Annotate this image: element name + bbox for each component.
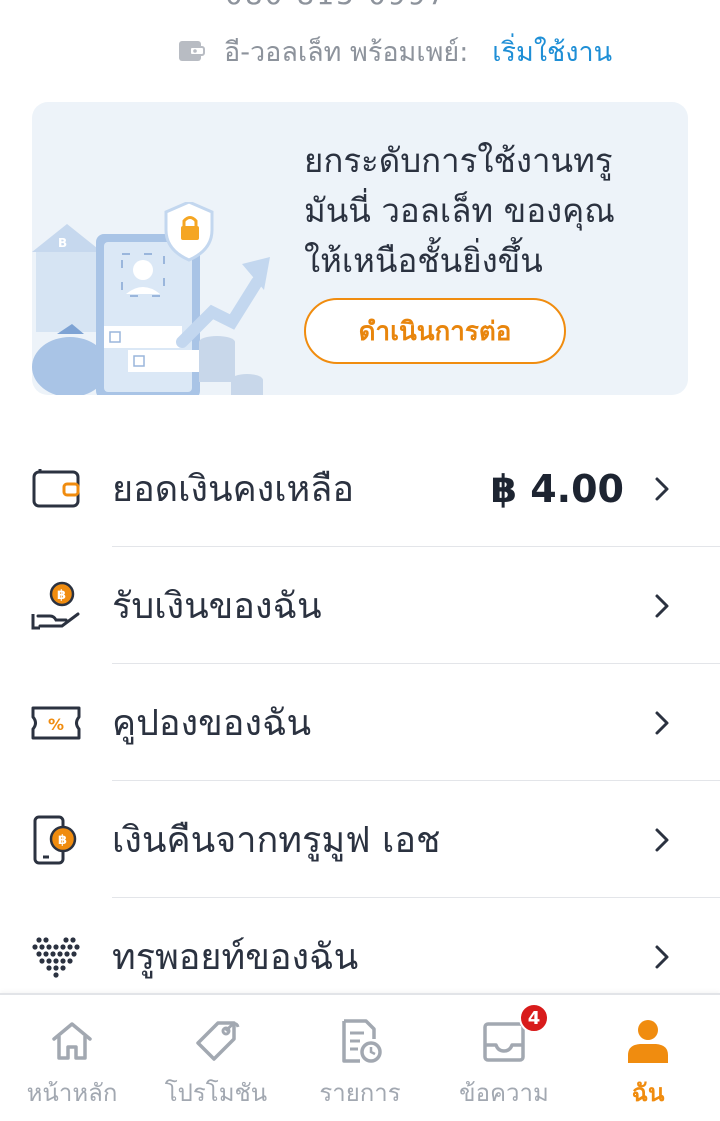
bottom-nav: หน้าหลัก โปรโมชัน รายการ 4 ข้อความ ฉัน — [0, 993, 720, 1121]
messages-badge: 4 — [519, 1003, 549, 1033]
svg-text:%: % — [48, 715, 64, 734]
banner-line-2: มันนี่ วอลเล็ท ของคุณ — [304, 191, 615, 230]
home-icon — [52, 1022, 92, 1060]
nav-transactions-label: รายการ — [319, 1079, 401, 1107]
menu-label-cashback: เงินคืนจากทรูมูฟ เอช — [112, 820, 441, 861]
truepoint-heart-icon — [30, 931, 82, 983]
banner-text: ยกระดับการใช้งานทรู มันนี่ วอลเล็ท ของคุ… — [304, 136, 674, 286]
coupon-icon: % — [30, 697, 82, 749]
svg-text:฿: ฿ — [58, 833, 67, 848]
nav-me[interactable]: ฉัน — [576, 995, 720, 1121]
nav-messages[interactable]: 4 ข้อความ — [432, 995, 576, 1121]
nav-messages-label: ข้อความ — [459, 1079, 549, 1107]
document-clock-icon — [342, 1019, 382, 1063]
user-icon — [628, 1020, 668, 1063]
nav-home-label: หน้าหลัก — [26, 1079, 118, 1107]
upgrade-illustration: B — [32, 202, 270, 395]
chevron-right-icon — [655, 711, 669, 734]
menu-label-truepoint: ทรูพอยท์ของฉัน — [112, 937, 359, 978]
cashback-icon: ฿ — [30, 814, 82, 866]
continue-button[interactable]: ดำเนินการต่อ — [304, 298, 566, 364]
chevron-right-icon — [655, 945, 669, 968]
menu-item-coupons[interactable]: % คูปองของฉัน — [0, 664, 720, 781]
nav-home[interactable]: หน้าหลัก — [0, 995, 144, 1121]
banner-line-3: ให้เหนือชั้นยิ่งขึ้น — [304, 241, 543, 280]
svg-text:฿: ฿ — [57, 588, 66, 603]
menu-label-balance: ยอดเงินคงเหลือ — [112, 469, 354, 510]
receive-money-icon: ฿ — [30, 580, 82, 632]
wallet-icon — [30, 463, 82, 515]
menu-item-cashback[interactable]: ฿ เงินคืนจากทรูมูฟ เอช — [0, 781, 720, 898]
menu-item-receive-money[interactable]: ฿ รับเงินของฉัน — [0, 547, 720, 664]
svg-text:B: B — [58, 236, 67, 250]
upgrade-banner: B ยกระดับการใช้งานทรู มันนี่ วอลเล็ท ของ… — [32, 102, 688, 395]
balance-value: ฿ 4.00 — [490, 466, 624, 511]
menu-label-coupons: คูปองของฉัน — [112, 703, 312, 744]
ewallet-start-link[interactable]: เริ่มใช้งาน — [492, 30, 612, 73]
banner-line-1: ยกระดับการใช้งานทรู — [304, 141, 613, 180]
nav-promotions[interactable]: โปรโมชัน — [144, 995, 288, 1121]
menu-item-balance[interactable]: ยอดเงินคงเหลือ ฿ 4.00 — [0, 430, 720, 547]
menu-label-receive-money: รับเงินของฉัน — [112, 586, 322, 627]
chevron-right-icon — [655, 594, 669, 617]
ewallet-row: อี-วอลเล็ท พร้อมเพย์: เริ่มใช้งาน — [178, 28, 612, 74]
chevron-right-icon — [655, 828, 669, 851]
account-menu: ยอดเงินคงเหลือ ฿ 4.00 ฿ รับเงินของฉัน % … — [0, 430, 720, 1015]
nav-promotions-label: โปรโมชัน — [164, 1079, 268, 1107]
tag-icon — [196, 1021, 240, 1061]
chevron-right-icon — [655, 477, 669, 500]
ewallet-label: อี-วอลเล็ท พร้อมเพย์: — [224, 36, 469, 68]
nav-me-label: ฉัน — [631, 1079, 665, 1107]
phone-number: 080-815-0997 — [225, 0, 447, 11]
ewallet-icon — [179, 41, 205, 61]
nav-transactions[interactable]: รายการ — [288, 995, 432, 1121]
